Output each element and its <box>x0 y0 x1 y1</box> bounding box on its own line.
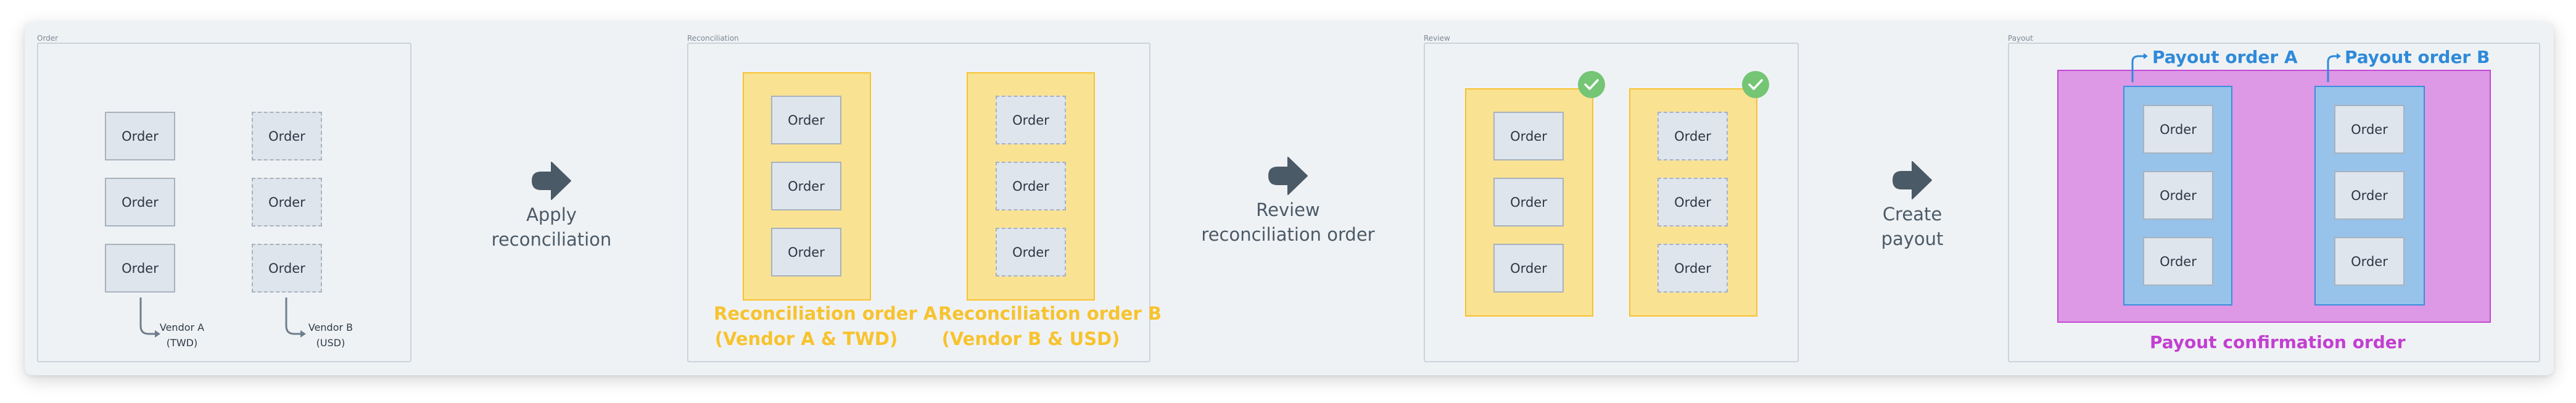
step-review-reconciliation-order: Review reconciliation order <box>1195 197 1381 247</box>
step-apply-reconciliation: Apply reconciliation <box>490 202 613 252</box>
order-box-vendor-b[interactable]: Order <box>252 112 322 160</box>
check-circle-icon <box>1578 71 1605 98</box>
order-box-vendor-a[interactable]: Order <box>105 244 175 293</box>
step-label-line2: reconciliation <box>491 229 612 250</box>
payout-order-b-pointer-icon <box>2327 53 2341 82</box>
vendor-b-currency: (USD) <box>316 337 345 349</box>
order-box-vendor-a[interactable]: Order <box>1493 244 1564 293</box>
order-box-vendor-b[interactable]: Order <box>2334 105 2405 154</box>
reconciliation-order-b-label: Reconciliation order B (Vendor B & USD) <box>938 301 1162 352</box>
frame-label-reconciliation: Reconciliation <box>687 34 739 43</box>
order-box-vendor-b[interactable]: Order <box>996 228 1066 276</box>
step-label-line1: Apply <box>526 204 577 225</box>
payout-confirmation-order-container[interactable] <box>2057 70 2491 323</box>
reconciliation-order-a-title: Reconciliation order A <box>714 303 938 324</box>
order-box-vendor-b[interactable]: Order <box>996 162 1066 210</box>
step-label-line2: payout <box>1881 228 1944 249</box>
reconciliation-order-b-title: Reconciliation order B <box>938 303 1162 324</box>
vendor-b-label: Vendor B (USD) <box>303 320 358 351</box>
order-box-vendor-b[interactable]: Order <box>2334 171 2405 220</box>
arrow-right-icon <box>1268 157 1308 195</box>
payout-confirmation-order-label: Payout confirmation order <box>2150 332 2406 352</box>
step-label-line2: reconciliation order <box>1201 224 1375 245</box>
order-box-vendor-b[interactable]: Order <box>1657 178 1728 226</box>
payout-order-b-label: Payout order B <box>2345 47 2490 67</box>
order-box-vendor-a[interactable]: Order <box>771 162 841 210</box>
order-box-vendor-a[interactable]: Order <box>771 228 841 276</box>
reconciliation-order-a-label: Reconciliation order A (Vendor A & TWD) <box>714 301 938 352</box>
order-box-vendor-a[interactable]: Order <box>105 178 175 226</box>
frame-label-payout: Payout <box>2008 34 2033 43</box>
order-box-vendor-a[interactable]: Order <box>2143 237 2213 286</box>
vendor-a-label: Vendor A (TWD) <box>154 320 210 351</box>
step-label-line1: Create <box>1882 204 1942 225</box>
order-box-vendor-b[interactable]: Order <box>1657 244 1728 293</box>
order-box-vendor-a[interactable]: Order <box>771 96 841 144</box>
order-box-vendor-b[interactable]: Order <box>2334 237 2405 286</box>
vendor-b-name: Vendor B <box>308 322 353 333</box>
order-frame <box>37 43 411 362</box>
order-box-vendor-b[interactable]: Order <box>252 178 322 226</box>
check-circle-icon <box>1742 71 1769 98</box>
order-box-vendor-b[interactable]: Order <box>996 96 1066 144</box>
frame-label-review: Review <box>1424 34 1450 43</box>
vendor-a-currency: (TWD) <box>166 337 198 349</box>
arrow-right-icon <box>1893 161 1932 199</box>
reconciliation-order-b-subtitle: (Vendor B & USD) <box>941 328 1120 349</box>
reconciliation-order-a-subtitle: (Vendor A & TWD) <box>714 328 898 349</box>
order-box-vendor-a[interactable]: Order <box>1493 112 1564 160</box>
step-label-line1: Review <box>1256 199 1320 220</box>
order-box-vendor-a[interactable]: Order <box>2143 105 2213 154</box>
order-box-vendor-b[interactable]: Order <box>252 244 322 293</box>
order-box-vendor-b[interactable]: Order <box>1657 112 1728 160</box>
order-box-vendor-a[interactable]: Order <box>2143 171 2213 220</box>
order-box-vendor-a[interactable]: Order <box>105 112 175 160</box>
payout-order-a-label: Payout order A <box>2152 47 2298 67</box>
order-box-vendor-a[interactable]: Order <box>1493 178 1564 226</box>
vendor-a-name: Vendor A <box>159 322 205 333</box>
arrow-right-icon <box>532 162 571 200</box>
frame-label-order: Order <box>37 34 59 43</box>
step-create-payout: Create payout <box>1851 202 1974 251</box>
